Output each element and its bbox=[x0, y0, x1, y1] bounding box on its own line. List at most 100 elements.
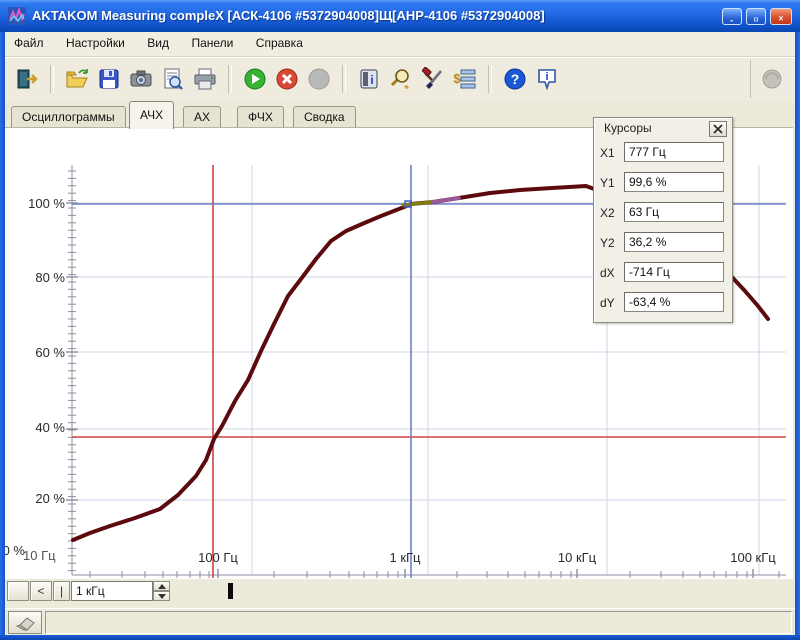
status-bar bbox=[5, 608, 795, 636]
y-tick-label: 20 % bbox=[7, 491, 65, 506]
frequency-input[interactable]: 1 кГц bbox=[71, 581, 153, 601]
title-bar[interactable]: AKTAKOM Measuring compleX [АСК-4106 #537… bbox=[0, 0, 800, 32]
cursor-y2-label: Y2 bbox=[600, 236, 622, 250]
cursor-row-x2: X2 63 Гц bbox=[600, 202, 726, 224]
device-info-button[interactable]: i bbox=[353, 63, 385, 95]
question-glyph: ? bbox=[511, 71, 520, 87]
cursor-x1-label: X1 bbox=[600, 146, 622, 160]
aux-button[interactable] bbox=[756, 63, 788, 95]
stepper-down-button[interactable] bbox=[153, 591, 170, 601]
info-glyph: i bbox=[370, 73, 373, 87]
printer-icon bbox=[193, 67, 217, 91]
exit-button[interactable] bbox=[11, 63, 43, 95]
tab-fchh[interactable]: ФЧХ bbox=[237, 106, 284, 129]
help-button[interactable]: ? bbox=[499, 63, 531, 95]
cursor-row-dx: dX -714 Гц bbox=[600, 262, 726, 284]
disabled-circle-icon bbox=[760, 67, 784, 91]
menu-file[interactable]: Файл bbox=[5, 32, 53, 55]
y-tick-label: 60 % bbox=[7, 345, 65, 360]
tools-icon bbox=[421, 67, 445, 91]
stop-icon bbox=[275, 67, 299, 91]
menu-panels[interactable]: Панели bbox=[182, 32, 242, 55]
cursors-panel[interactable]: Курсоры X1 777 Гц Y1 99,6 % X2 63 Гц Y2 … bbox=[593, 117, 733, 323]
menu-bar: Файл Настройки Вид Панели Справка bbox=[5, 32, 795, 57]
toolbar-group-run bbox=[235, 63, 339, 95]
nav-blank-button[interactable] bbox=[7, 581, 29, 601]
tip-glyph: i bbox=[545, 71, 548, 83]
cursor-x2-field[interactable]: 63 Гц bbox=[624, 202, 724, 222]
tab-summary[interactable]: Сводка bbox=[293, 106, 356, 129]
device-info-icon: i bbox=[357, 67, 381, 91]
window-title: AKTAKOM Measuring compleX [АСК-4106 #537… bbox=[32, 8, 545, 23]
client-area: Файл Настройки Вид Панели Справка bbox=[5, 32, 795, 635]
maximize-icon bbox=[753, 17, 759, 22]
start-icon bbox=[243, 67, 267, 91]
tab-achh[interactable]: АЧХ bbox=[129, 101, 174, 129]
open-button[interactable] bbox=[61, 63, 93, 95]
menu-view[interactable]: Вид bbox=[138, 32, 178, 55]
status-message-area bbox=[45, 611, 792, 634]
cursors-panel-title: Курсоры bbox=[604, 121, 652, 135]
cursor-dy-field[interactable]: -63,4 % bbox=[624, 292, 724, 312]
toolbar-separator bbox=[488, 65, 492, 93]
stop-button[interactable] bbox=[271, 63, 303, 95]
tip-of-day-icon: i bbox=[535, 67, 559, 91]
x-tick-label: 100 Гц bbox=[190, 550, 246, 565]
print-button[interactable] bbox=[189, 63, 221, 95]
arrow-down-icon bbox=[158, 594, 166, 599]
close-button[interactable] bbox=[770, 8, 792, 25]
tools-button[interactable] bbox=[417, 63, 449, 95]
tip-of-day-button[interactable]: i bbox=[531, 63, 563, 95]
cursor-row-x1: X1 777 Гц bbox=[600, 142, 726, 164]
record-button[interactable] bbox=[303, 63, 335, 95]
cursor-dx-field[interactable]: -714 Гц bbox=[624, 262, 724, 282]
caret-marker bbox=[228, 583, 233, 599]
clear-log-button[interactable] bbox=[8, 611, 42, 634]
save-button[interactable] bbox=[93, 63, 125, 95]
cursor-y2-field[interactable]: 36,2 % bbox=[624, 232, 724, 252]
x-tick-label: 10 кГц bbox=[549, 550, 605, 565]
save-icon bbox=[97, 67, 121, 91]
x-tick-label: 100 кГц bbox=[721, 550, 785, 565]
maximize-button[interactable] bbox=[746, 8, 766, 25]
nav-divider-button[interactable]: | bbox=[53, 581, 70, 601]
y-tick-label: 40 % bbox=[7, 420, 65, 435]
cursor-dy-label: dY bbox=[600, 296, 622, 310]
print-preview-icon bbox=[161, 67, 185, 91]
cursor-row-y2: Y2 36,2 % bbox=[600, 232, 726, 254]
nav-back-button[interactable]: < bbox=[30, 581, 52, 601]
window-border-left bbox=[0, 32, 5, 640]
tab-ah[interactable]: АХ bbox=[183, 106, 221, 129]
help-icon: ? bbox=[503, 67, 527, 91]
stepper-up-button[interactable] bbox=[153, 581, 170, 591]
record-icon bbox=[307, 67, 331, 91]
exit-icon bbox=[15, 67, 39, 91]
probe-search-button[interactable] bbox=[385, 63, 417, 95]
cursor-x2-label: X2 bbox=[600, 206, 622, 220]
tab-oscillograms[interactable]: Осциллограммы bbox=[11, 106, 126, 129]
start-button[interactable] bbox=[239, 63, 271, 95]
menu-help[interactable]: Справка bbox=[247, 32, 312, 55]
close-icon bbox=[777, 15, 785, 22]
cursors-panel-close-button[interactable] bbox=[709, 121, 727, 137]
arrow-up-icon bbox=[158, 584, 166, 589]
settings-list-button[interactable]: $ bbox=[449, 63, 481, 95]
minimize-icon bbox=[729, 17, 735, 22]
cursor-y1-field[interactable]: 99,6 % bbox=[624, 172, 724, 192]
search-icon bbox=[389, 67, 413, 91]
settings-list-icon: $ bbox=[453, 67, 477, 91]
toolbar-group-file bbox=[57, 63, 225, 95]
toolbar-separator bbox=[228, 65, 232, 93]
cursor-x1-field[interactable]: 777 Гц bbox=[624, 142, 724, 162]
menu-settings[interactable]: Настройки bbox=[57, 32, 134, 55]
y-tick-label: 80 % bbox=[7, 270, 65, 285]
open-folder-icon bbox=[65, 67, 89, 91]
minimize-button[interactable] bbox=[722, 8, 742, 25]
toolbar-separator bbox=[342, 65, 346, 93]
y-tick-label: 100 % bbox=[7, 196, 65, 211]
preview-button[interactable] bbox=[157, 63, 189, 95]
x-tick-label: 10 Гц bbox=[23, 548, 56, 563]
toolbar: i bbox=[5, 57, 795, 101]
toolbar-group-device: i bbox=[349, 63, 485, 95]
camera-button[interactable] bbox=[125, 63, 157, 95]
